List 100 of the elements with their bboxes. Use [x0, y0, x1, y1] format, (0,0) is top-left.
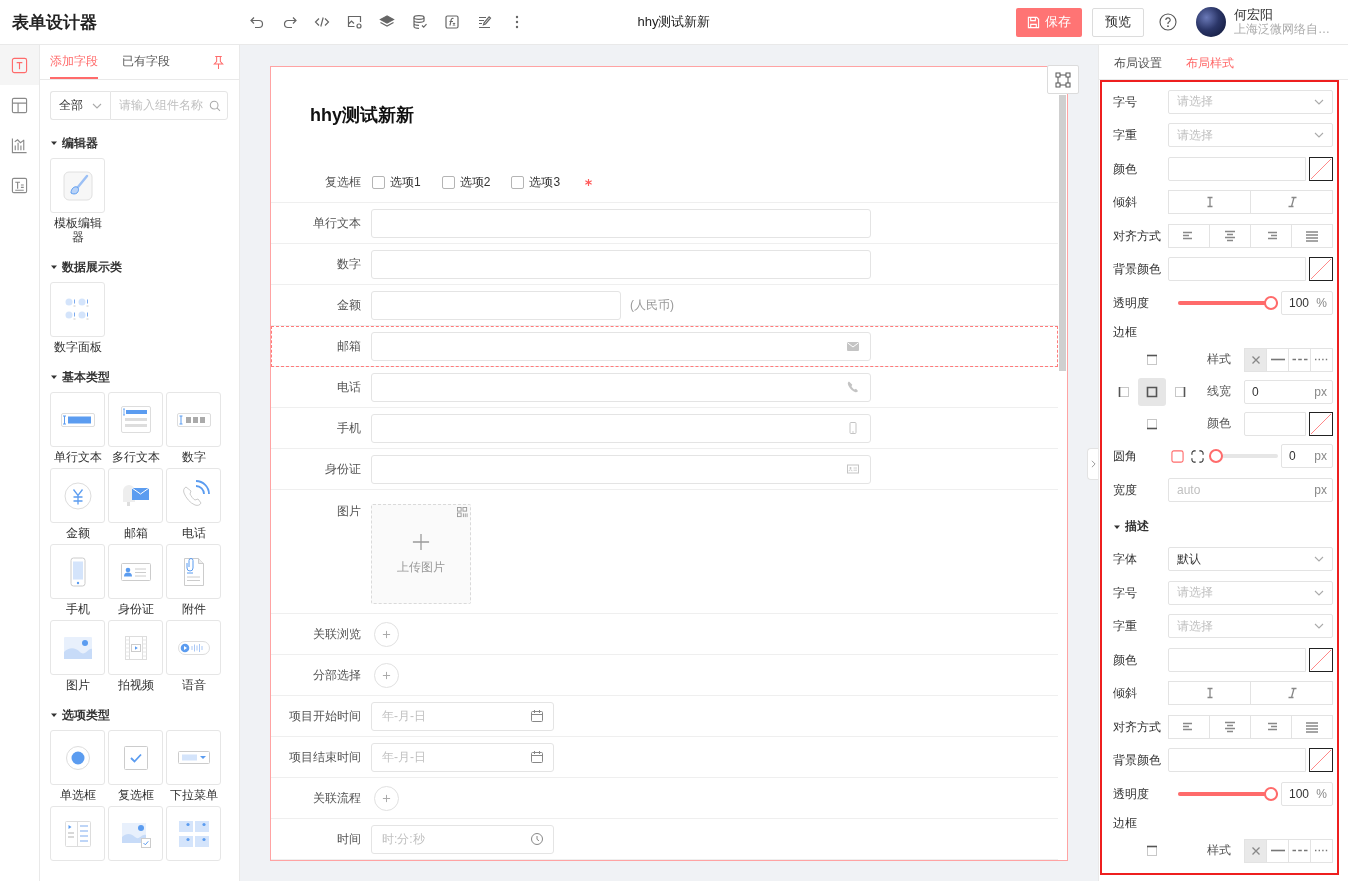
radius-slider[interactable]	[1209, 449, 1278, 464]
color-input[interactable]	[1168, 156, 1306, 181]
form-field-row[interactable]: 单行文本	[271, 203, 1058, 244]
toggle-button[interactable]	[1168, 223, 1210, 248]
value-input[interactable]: 0 px	[1281, 444, 1333, 469]
text-input[interactable]	[371, 208, 871, 238]
component-tile[interactable]	[50, 730, 105, 785]
add-button[interactable]	[374, 662, 399, 688]
form-field-row[interactable]: 图片 上传图片	[271, 490, 1058, 614]
width-input[interactable]: auto px	[1168, 477, 1333, 502]
add-button[interactable]	[374, 785, 399, 811]
border-style-option[interactable]	[1244, 347, 1267, 372]
slider-thumb[interactable]	[1264, 786, 1278, 801]
form-field-row[interactable]: 项目结束时间 年-月-日	[271, 737, 1058, 778]
toggle-button[interactable]	[1210, 223, 1251, 248]
color-input[interactable]	[1168, 257, 1306, 282]
empty-swatch-icon[interactable]	[1309, 411, 1333, 436]
opacity-slider[interactable]	[1178, 786, 1278, 801]
caret-icon[interactable]	[50, 711, 58, 719]
qr-code-icon[interactable]	[457, 507, 468, 518]
email-input[interactable]	[371, 331, 871, 361]
database-icon[interactable]	[411, 14, 428, 30]
form-field-row[interactable]: 关联浏览	[271, 614, 1058, 655]
border-side-button[interactable]	[1138, 377, 1166, 406]
color-input[interactable]	[1168, 647, 1306, 672]
component-tile[interactable]	[166, 620, 221, 675]
form-field-row[interactable]: 手机	[271, 408, 1058, 449]
caret-icon[interactable]	[50, 263, 58, 271]
border-style-option[interactable]	[1289, 838, 1311, 863]
avatar-placeholder[interactable]	[1196, 7, 1226, 37]
opacity-slider[interactable]	[1178, 295, 1278, 310]
border-style-option[interactable]	[1267, 838, 1289, 863]
preview-button[interactable]: 预览	[1092, 7, 1144, 37]
category-select[interactable]: 全部	[50, 91, 110, 120]
border-width-input[interactable]: 0 px	[1244, 379, 1333, 404]
form-field-row[interactable]: 身份证	[271, 449, 1058, 490]
component-tile[interactable]	[50, 468, 105, 523]
form-field-row[interactable]: 复选框 选项1 选项2 选项3	[271, 162, 1058, 203]
form-field-row[interactable]: 金额 (人民币)	[271, 285, 1058, 326]
form-field-row[interactable]: 邮箱	[271, 326, 1058, 367]
select-frame-button[interactable]	[1047, 65, 1079, 94]
function-icon[interactable]	[444, 14, 460, 30]
checkbox[interactable]	[372, 175, 385, 189]
empty-swatch-icon[interactable]	[1309, 647, 1333, 672]
panel-tab[interactable]: 已有字段	[122, 45, 170, 79]
toggle-button[interactable]	[1251, 190, 1333, 215]
component-tile[interactable]	[108, 806, 163, 861]
empty-swatch-icon[interactable]	[1309, 748, 1333, 773]
component-tile[interactable]	[108, 730, 163, 785]
component-tile[interactable]	[50, 620, 105, 675]
border-style-option[interactable]	[1244, 838, 1267, 863]
component-tile[interactable]	[108, 468, 163, 523]
toggle-button[interactable]	[1251, 714, 1292, 739]
component-tile[interactable]	[50, 282, 105, 337]
component-tile[interactable]	[50, 158, 105, 213]
toggle-button[interactable]	[1292, 714, 1333, 739]
form-field-row[interactable]: 分部选择	[271, 655, 1058, 696]
pin-icon[interactable]	[212, 54, 225, 70]
image-settings-icon[interactable]	[346, 14, 363, 30]
id-card-input[interactable]	[371, 454, 871, 484]
component-tile[interactable]	[50, 806, 105, 861]
redo-icon[interactable]	[281, 14, 298, 30]
slider-thumb[interactable]	[1209, 449, 1223, 464]
undo-icon[interactable]	[249, 14, 265, 30]
component-tile[interactable]	[166, 392, 221, 447]
value-input[interactable]: 100 %	[1281, 781, 1333, 806]
slider-thumb[interactable]	[1264, 295, 1278, 310]
corner-radius-icon[interactable]	[1191, 449, 1204, 463]
checkbox[interactable]	[441, 175, 455, 189]
color-input[interactable]	[1244, 411, 1306, 436]
caret-icon[interactable]	[50, 373, 58, 381]
sidebar-tab[interactable]	[0, 45, 39, 85]
component-tile[interactable]	[166, 730, 221, 785]
toggle-button[interactable]	[1168, 190, 1251, 215]
toggle-button[interactable]	[1251, 681, 1333, 706]
component-tile[interactable]	[108, 620, 163, 675]
phone-input[interactable]	[371, 372, 871, 402]
caret-icon[interactable]	[50, 139, 58, 147]
form-field-row[interactable]: 时间 时:分:秒	[271, 819, 1058, 860]
value-input[interactable]: 100 %	[1281, 290, 1333, 315]
mobile-input[interactable]	[371, 413, 871, 443]
scrollbar-thumb[interactable]	[1059, 95, 1066, 371]
add-button[interactable]	[374, 621, 399, 647]
text-input[interactable]	[371, 249, 871, 279]
component-tile[interactable]	[108, 544, 163, 599]
component-tile[interactable]	[108, 392, 163, 447]
component-tile[interactable]	[166, 544, 221, 599]
border-style-option[interactable]	[1289, 347, 1311, 372]
toggle-button[interactable]	[1168, 714, 1210, 739]
toggle-button[interactable]	[1168, 681, 1251, 706]
toggle-button[interactable]	[1210, 714, 1251, 739]
component-tile[interactable]	[50, 544, 105, 599]
color-input[interactable]	[1168, 748, 1306, 773]
edit-icon[interactable]	[476, 14, 493, 30]
form-field-row[interactable]: 数字	[271, 244, 1058, 285]
form-field-row[interactable]: 电话	[271, 367, 1058, 408]
collapse-handle[interactable]	[1087, 448, 1098, 480]
component-tile[interactable]	[166, 806, 221, 861]
amount-input[interactable]	[371, 290, 621, 320]
dropdown-select[interactable]: 默认	[1168, 547, 1333, 572]
